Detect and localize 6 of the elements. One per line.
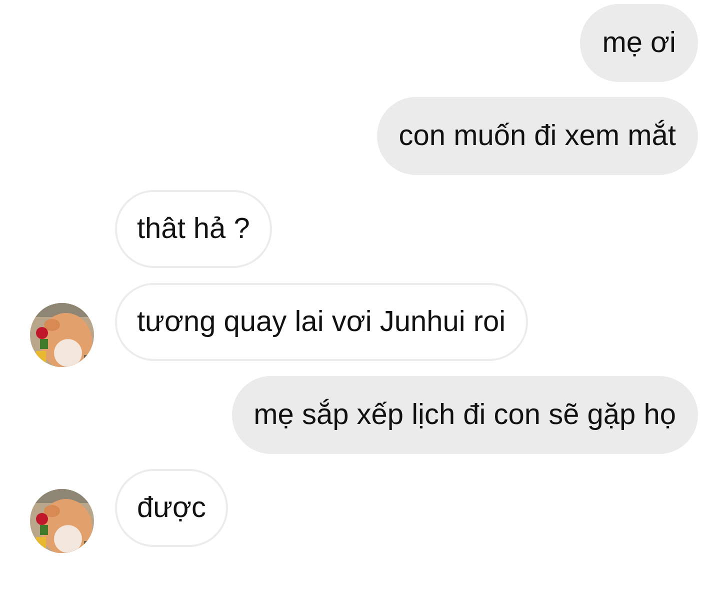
received-message: được — [115, 469, 228, 547]
sent-message: con muốn đi xem mắt — [376, 97, 698, 175]
sent-message: mẹ sắp xếp lịch đi con sẽ gặp họ — [232, 376, 698, 454]
received-message: tương quay lai vơi Junhui roi — [115, 283, 528, 361]
sent-message: mẹ ơi — [580, 4, 698, 82]
received-message: thât hả ? — [115, 190, 272, 268]
